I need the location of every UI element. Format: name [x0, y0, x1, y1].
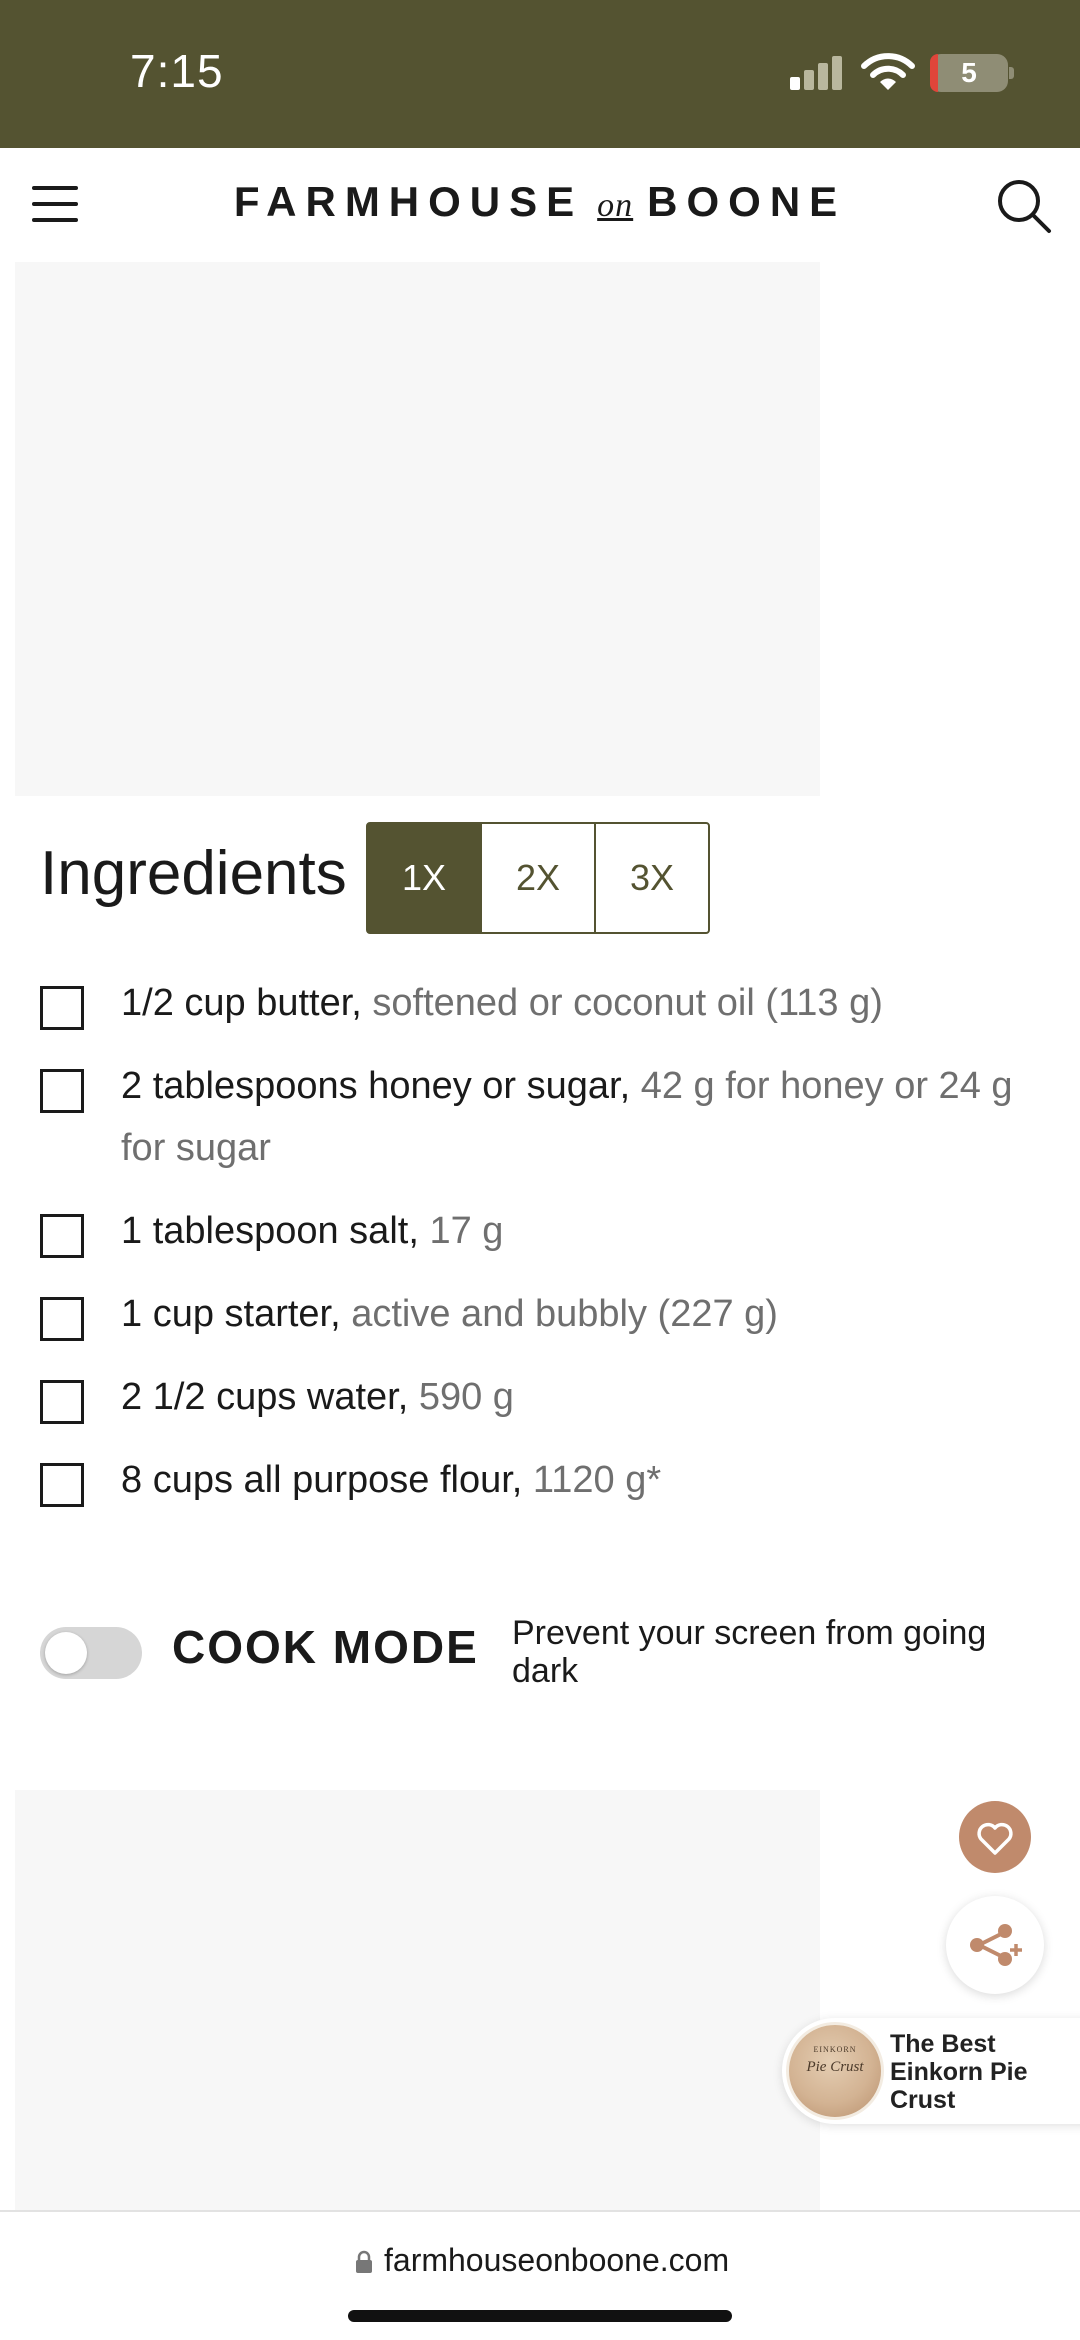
battery-level: 5 — [961, 57, 977, 88]
wifi-icon — [861, 53, 915, 90]
toggle-knob — [45, 1632, 87, 1674]
cook-mode-description: Prevent your screen from going dark — [512, 1614, 987, 1690]
ingredient-main: 8 cups all purpose flour, — [121, 1459, 533, 1501]
recipe-scale-selector: 1X 2X 3X — [366, 822, 710, 934]
share-button[interactable] — [946, 1896, 1044, 1994]
lock-icon — [356, 2250, 372, 2273]
ingredient-note: 590 g — [418, 1376, 514, 1418]
cook-mode-label: COOK MODE — [172, 1621, 479, 1673]
ingredient-note: 17 g — [429, 1210, 504, 1252]
cook-mode-toggle[interactable] — [40, 1627, 142, 1679]
ingredient-main: 2 1/2 cups water, — [121, 1376, 419, 1418]
home-indicator[interactable] — [348, 2310, 732, 2322]
share-plus-icon — [970, 1924, 1022, 1966]
related-recipe-card[interactable]: EINKORN Pie Crust The Best Einkorn Pie C… — [782, 2018, 1080, 2124]
favorite-button[interactable] — [959, 1801, 1031, 1873]
status-time: 7:15 — [130, 45, 224, 97]
ingredients-title: Ingredients — [40, 839, 347, 908]
logo-word-on: on — [597, 187, 634, 224]
ingredient-main: 2 tablespoons honey or sugar, — [121, 1065, 641, 1107]
scale-3x-button[interactable]: 3X — [594, 824, 708, 932]
ingredient-checkbox[interactable] — [40, 1069, 84, 1113]
ingredient-checkbox[interactable] — [40, 1214, 84, 1258]
related-recipe-title: The Best Einkorn Pie Crust — [890, 2030, 1028, 2114]
url-text: farmhouseonboone.com — [384, 2242, 730, 2278]
logo-word-farmhouse: FARMHOUSE — [233, 178, 584, 225]
ingredient-checkbox[interactable] — [40, 1297, 84, 1341]
ingredient-checkbox[interactable] — [40, 1380, 84, 1424]
scale-2x-button[interactable]: 2X — [480, 824, 594, 932]
browser-url-bar[interactable]: farmhouseonboone.com — [0, 2210, 1080, 2340]
heart-icon — [977, 1822, 1013, 1855]
ingredient-note: active and bubbly (227 g) — [351, 1293, 778, 1335]
ad-placeholder-top — [15, 262, 820, 796]
site-logo[interactable]: FARMHOUSE on BOONE — [0, 178, 1080, 226]
ingredient-main: 1 cup starter, — [121, 1293, 352, 1335]
cellular-signal-icon — [790, 56, 844, 90]
related-recipe-thumbnail: EINKORN Pie Crust — [786, 2022, 884, 2120]
scale-1x-button[interactable]: 1X — [368, 824, 480, 932]
ingredient-main: 1 tablespoon salt, — [121, 1210, 430, 1252]
logo-word-boone: BOONE — [647, 178, 847, 225]
thumbnail-caption-script: Pie Crust — [806, 2059, 864, 2075]
battery-icon: 5 — [930, 54, 1014, 92]
ingredient-checkbox[interactable] — [40, 1463, 84, 1507]
site-header: FARMHOUSE on BOONE — [0, 148, 1080, 262]
ad-placeholder-bottom — [15, 1790, 820, 2210]
thumbnail-caption-caps: EINKORN — [813, 2045, 857, 2054]
status-bar: 7:15 5 — [0, 0, 1080, 148]
ingredient-note: softened or coconut oil (113 g) — [372, 982, 883, 1024]
ingredient-checkbox[interactable] — [40, 986, 84, 1030]
ingredient-note: 1120 g* — [532, 1459, 662, 1501]
search-icon[interactable] — [996, 178, 1052, 234]
ingredient-main: 1/2 cup butter, — [121, 982, 373, 1024]
